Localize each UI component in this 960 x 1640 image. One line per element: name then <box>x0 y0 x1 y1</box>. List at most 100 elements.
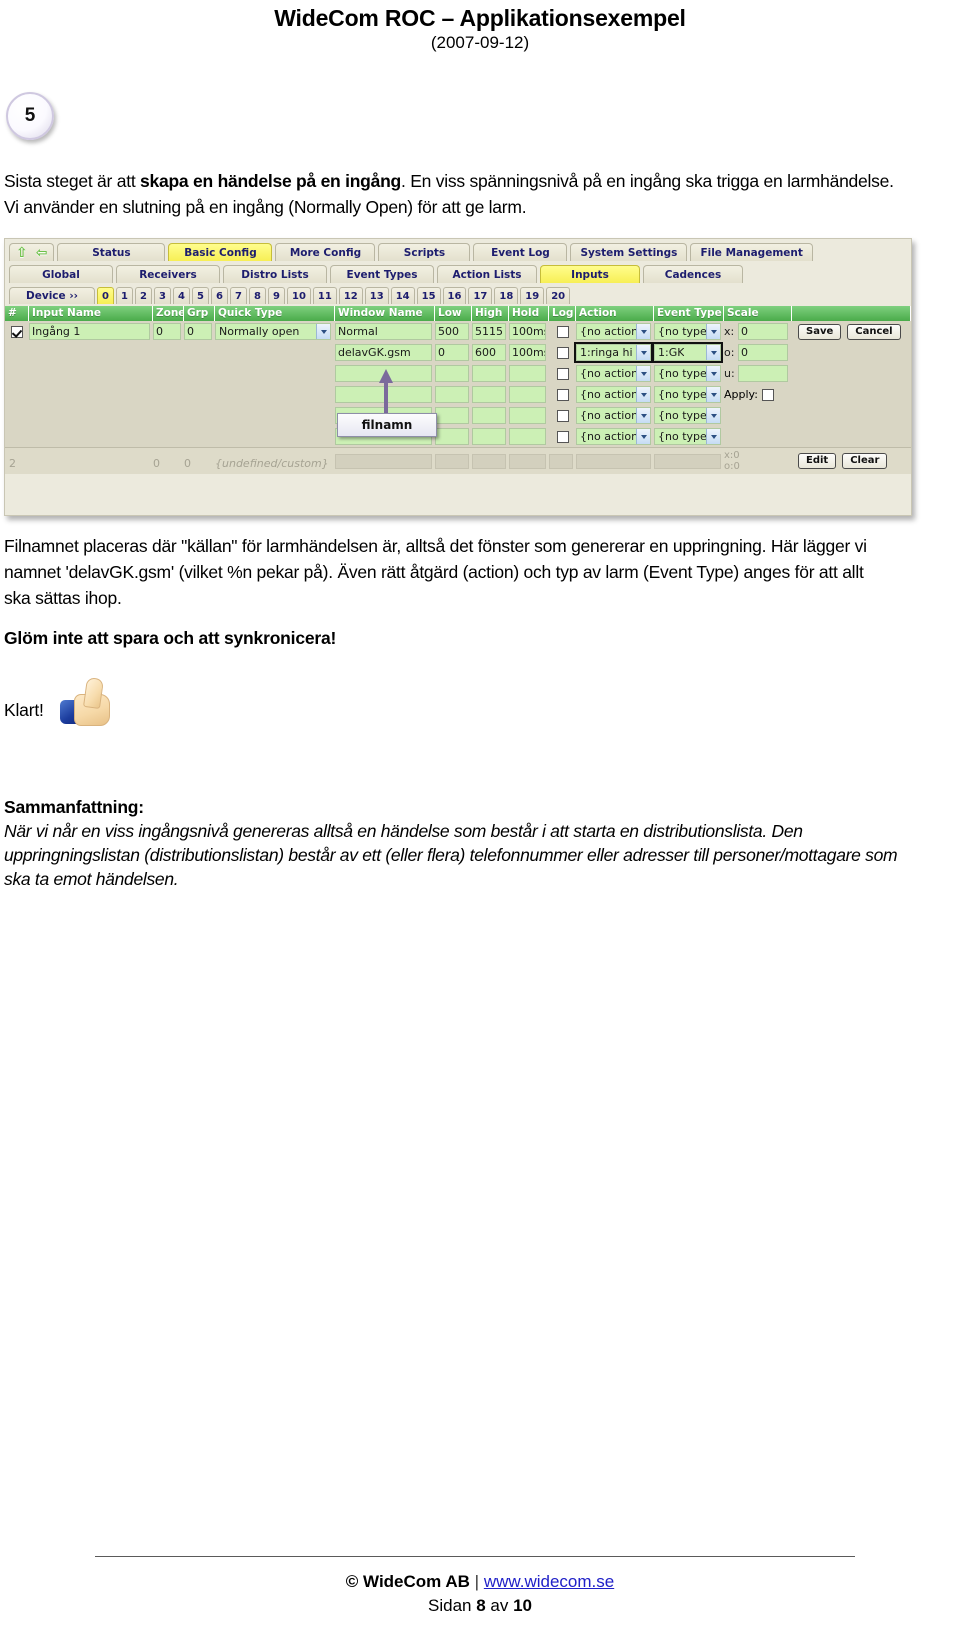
chevron-down-icon[interactable] <box>706 366 720 381</box>
subtab-action-lists[interactable]: Action Lists <box>437 265 537 283</box>
hold-field[interactable] <box>509 407 546 424</box>
high-field[interactable]: 600 <box>472 344 506 361</box>
device-tab-7[interactable]: 7 <box>230 287 247 304</box>
low-field[interactable]: 500 <box>435 323 469 340</box>
device-tab-20[interactable]: 20 <box>546 287 571 304</box>
log-checkbox[interactable] <box>556 409 569 422</box>
log-checkbox[interactable] <box>556 346 569 359</box>
device-tab-6[interactable]: 6 <box>211 287 228 304</box>
hold-field[interactable] <box>509 428 546 445</box>
tab-basic-config[interactable]: Basic Config <box>168 243 273 261</box>
chevron-down-icon[interactable] <box>706 429 720 444</box>
cancel-button[interactable]: Cancel <box>847 323 901 340</box>
device-tab-2[interactable]: 2 <box>135 287 152 304</box>
high-field[interactable]: 5115 <box>472 323 506 340</box>
device-tab-15[interactable]: 15 <box>416 287 441 304</box>
high-field[interactable] <box>472 428 506 445</box>
scale-x-field[interactable]: 0 <box>738 323 788 340</box>
action-select[interactable]: 1:ringa hi <box>574 342 653 363</box>
apply-checkbox[interactable] <box>761 388 774 401</box>
window-name-field[interactable]: delavGK.gsm <box>335 344 432 361</box>
save-button[interactable]: Save <box>798 323 842 340</box>
low-field[interactable] <box>435 407 469 424</box>
chevron-down-icon[interactable] <box>706 408 720 423</box>
action-select[interactable]: {no action} <box>576 386 651 403</box>
event-type-select[interactable]: {no type} <box>654 407 721 424</box>
low-field[interactable] <box>435 386 469 403</box>
low-field[interactable] <box>435 428 469 445</box>
window-name-field[interactable]: Normal <box>335 323 432 340</box>
scale-u-field[interactable] <box>738 365 788 382</box>
subtab-inputs[interactable]: Inputs <box>540 265 640 283</box>
device-tab-16[interactable]: 16 <box>442 287 467 304</box>
scale-o-field[interactable]: 0 <box>738 344 788 361</box>
input-zone-field[interactable]: 0 <box>153 323 181 340</box>
subtab-global[interactable]: Global <box>9 265 113 283</box>
hold-field[interactable] <box>509 386 546 403</box>
chevron-down-icon[interactable] <box>706 324 720 339</box>
navigation-buttons[interactable]: ⇧ ⇦ <box>9 243 55 261</box>
device-tab-8[interactable]: 8 <box>249 287 266 304</box>
subtab-receivers[interactable]: Receivers <box>116 265 220 283</box>
tab-file-management[interactable]: File Management <box>690 243 813 261</box>
device-tab-17[interactable]: 17 <box>468 287 493 304</box>
device-tab-12[interactable]: 12 <box>338 287 363 304</box>
event-type-select[interactable]: {no type} <box>654 365 721 382</box>
device-tab-18[interactable]: 18 <box>494 287 519 304</box>
device-tab-13[interactable]: 13 <box>364 287 389 304</box>
tab-more-config[interactable]: More Config <box>275 243 376 261</box>
event-type-select[interactable]: 1:GK <box>652 342 723 363</box>
device-tab-19[interactable]: 19 <box>520 287 545 304</box>
action-select[interactable]: {no action} <box>576 407 651 424</box>
subtab-cadences[interactable]: Cadences <box>643 265 743 283</box>
high-field[interactable] <box>472 407 506 424</box>
quick-type-select[interactable]: Normally open <box>215 323 331 340</box>
input-name-field[interactable]: Ingång 1 <box>29 323 150 340</box>
device-tab-4[interactable]: 4 <box>173 287 190 304</box>
device-tab-14[interactable]: 14 <box>390 287 415 304</box>
edit-button[interactable]: Edit <box>798 453 837 469</box>
device-tab-0[interactable]: 0 <box>97 287 114 304</box>
tab-system-settings[interactable]: System Settings <box>570 243 688 261</box>
footer-website-link[interactable]: www.widecom.se <box>484 1572 614 1591</box>
chevron-down-icon[interactable] <box>636 387 650 402</box>
event-type-select[interactable]: {no type} <box>654 323 721 340</box>
chevron-down-icon[interactable] <box>636 429 650 444</box>
low-field[interactable]: 0 <box>435 344 469 361</box>
chevron-down-icon[interactable] <box>636 324 650 339</box>
log-checkbox[interactable] <box>556 325 569 338</box>
hold-field[interactable]: 100ms <box>509 323 546 340</box>
high-field[interactable] <box>472 386 506 403</box>
tab-event-log[interactable]: Event Log <box>473 243 568 261</box>
device-tab-10[interactable]: 10 <box>287 287 311 304</box>
device-tab-9[interactable]: 9 <box>268 287 285 304</box>
back-arrow-icon[interactable]: ⇦ <box>36 246 48 260</box>
chevron-down-icon[interactable] <box>706 345 720 360</box>
hold-field[interactable] <box>509 365 546 382</box>
action-select[interactable]: {no action} <box>576 365 651 382</box>
hold-field[interactable]: 100ms <box>509 344 546 361</box>
event-type-select[interactable]: {no type} <box>654 428 721 445</box>
device-tab-3[interactable]: 3 <box>154 287 171 304</box>
chevron-down-icon[interactable] <box>636 408 650 423</box>
log-checkbox[interactable] <box>556 388 569 401</box>
action-select[interactable]: {no action} <box>576 428 651 445</box>
high-field[interactable] <box>472 365 506 382</box>
event-type-select[interactable]: {no type} <box>654 386 721 403</box>
tab-status[interactable]: Status <box>57 243 166 261</box>
action-select[interactable]: {no action} <box>576 323 651 340</box>
input-enabled-checkbox[interactable] <box>11 325 23 338</box>
tab-scripts[interactable]: Scripts <box>378 243 471 261</box>
low-field[interactable] <box>435 365 469 382</box>
subtab-distro-lists[interactable]: Distro Lists <box>223 265 327 283</box>
clear-button[interactable]: Clear <box>842 453 888 469</box>
log-checkbox[interactable] <box>556 430 569 443</box>
device-tab-1[interactable]: 1 <box>116 287 133 304</box>
device-tab-5[interactable]: 5 <box>192 287 209 304</box>
input-grp-field[interactable]: 0 <box>184 323 212 340</box>
subtab-event-types[interactable]: Event Types <box>330 265 434 283</box>
log-checkbox[interactable] <box>556 367 569 380</box>
device-tab-11[interactable]: 11 <box>312 287 337 304</box>
chevron-down-icon[interactable] <box>316 324 330 339</box>
up-arrow-icon[interactable]: ⇧ <box>16 246 28 260</box>
